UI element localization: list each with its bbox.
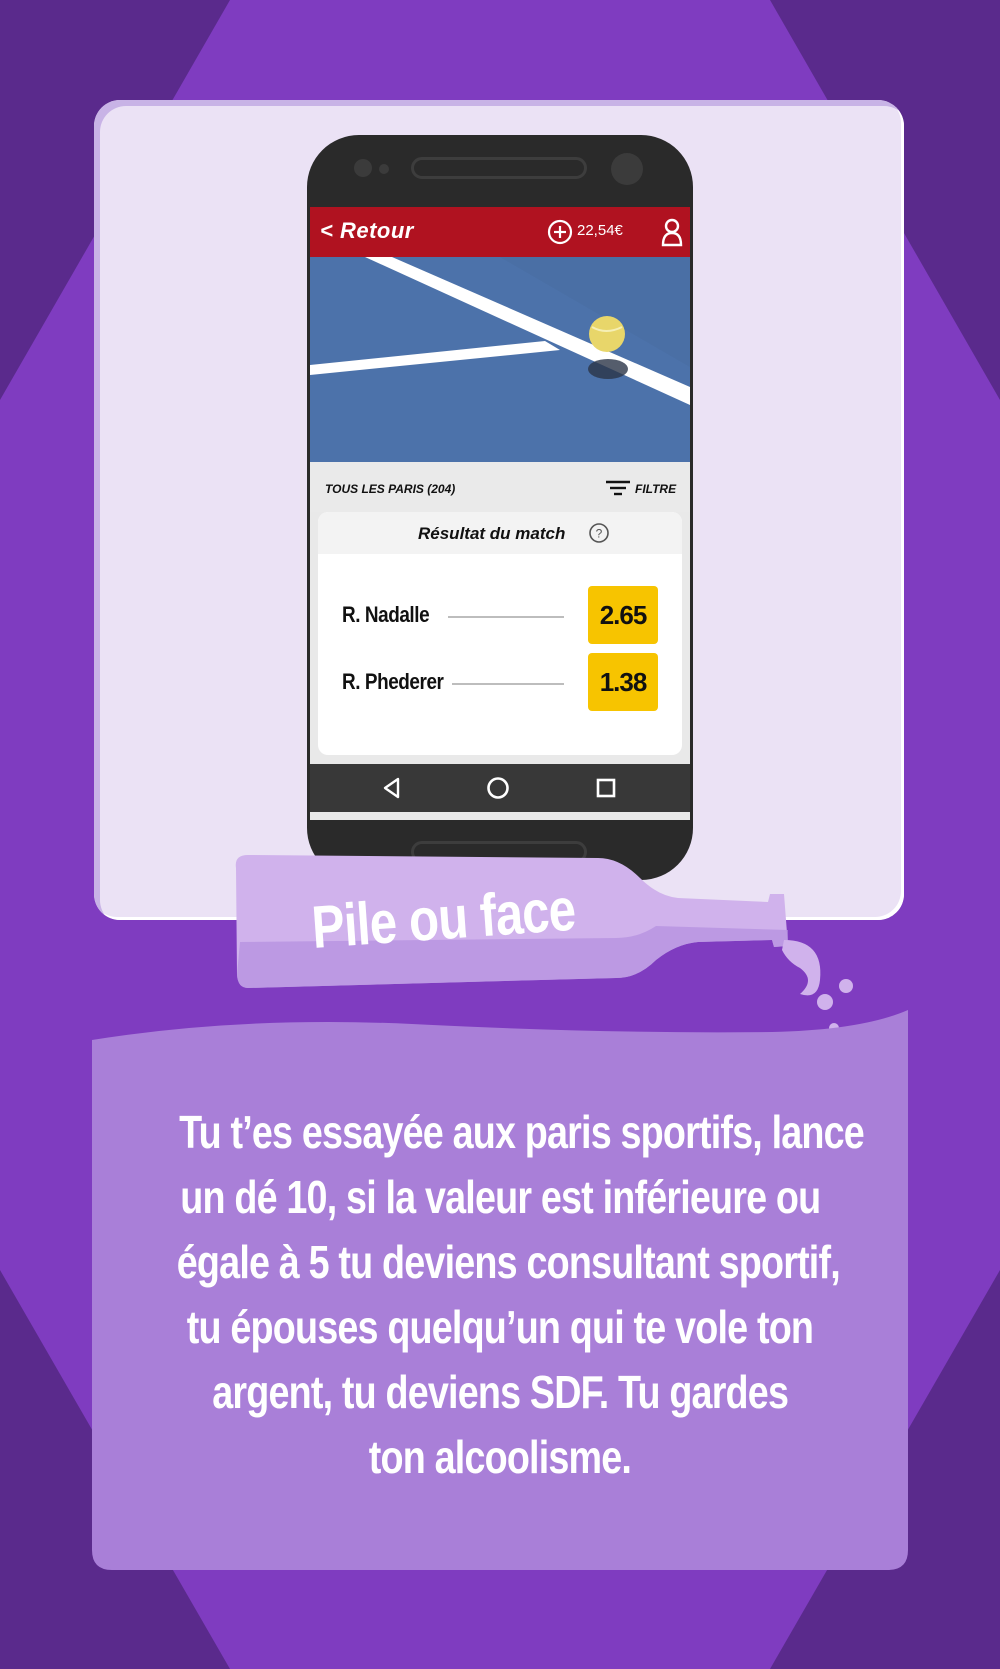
- plus-circle-icon[interactable]: [547, 219, 573, 245]
- selection-row: R. Nadalle 2.65: [318, 586, 682, 646]
- help-icon[interactable]: ?: [588, 522, 610, 544]
- account-balance: 22,54€: [577, 222, 623, 239]
- filter-button[interactable]: FILTRE: [635, 482, 676, 496]
- user-icon[interactable]: [660, 218, 684, 248]
- story-line: tu épouses quelqu’un qui te vole ton: [186, 1301, 814, 1353]
- story-line: un dé 10, si la valeur est inférieure ou: [179, 1171, 821, 1223]
- phone: < Retour 22,54€ TOUS LES PARIS (204) FIL…: [307, 135, 693, 880]
- all-bets-tab[interactable]: TOUS LES PARIS (204): [325, 482, 455, 496]
- back-triangle-icon[interactable]: [380, 776, 404, 800]
- front-sensor-small: [379, 164, 389, 174]
- odds-button[interactable]: 2.65: [588, 586, 658, 644]
- home-circle-icon[interactable]: [486, 776, 510, 800]
- separator-line: [448, 616, 564, 618]
- odds-button[interactable]: 1.38: [588, 653, 658, 711]
- market-header: Résultat du match ?: [318, 512, 682, 554]
- story-line: ton alcoolisme.: [368, 1431, 632, 1483]
- separator-line: [452, 683, 564, 685]
- story-text: Tu t’es essayée aux paris sportifs, lanc…: [104, 1100, 896, 1490]
- earpiece-speaker: [411, 157, 587, 179]
- player-name: R. Phederer: [342, 669, 444, 694]
- back-button[interactable]: < Retour: [320, 218, 414, 244]
- recent-square-icon[interactable]: [594, 776, 618, 800]
- front-sensor: [354, 159, 372, 177]
- match-result-market: Résultat du match ? R. Nadalle 2.65 R. P…: [318, 512, 682, 755]
- svg-text:?: ?: [596, 527, 603, 541]
- filter-icon[interactable]: [605, 479, 631, 497]
- bets-filter-bar: TOUS LES PARIS (204) FILTRE: [310, 462, 690, 512]
- story-line: Tu t’es essayée aux paris sportifs, lanc…: [179, 1106, 865, 1158]
- market-title: Résultat du match: [418, 524, 566, 543]
- tennis-court-banner: [310, 257, 690, 462]
- story-line: argent, tu deviens SDF. Tu gardes: [212, 1366, 789, 1418]
- phone-screen: < Retour 22,54€ TOUS LES PARIS (204) FIL…: [310, 207, 690, 820]
- selection-row: R. Phederer 1.38: [318, 653, 682, 713]
- player-name: R. Nadalle: [342, 602, 430, 627]
- app-header: < Retour 22,54€: [310, 207, 690, 257]
- story-line: égale à 5 tu deviens consultant sportif,: [176, 1236, 841, 1288]
- android-nav-bar: [310, 764, 690, 812]
- front-camera: [611, 153, 643, 185]
